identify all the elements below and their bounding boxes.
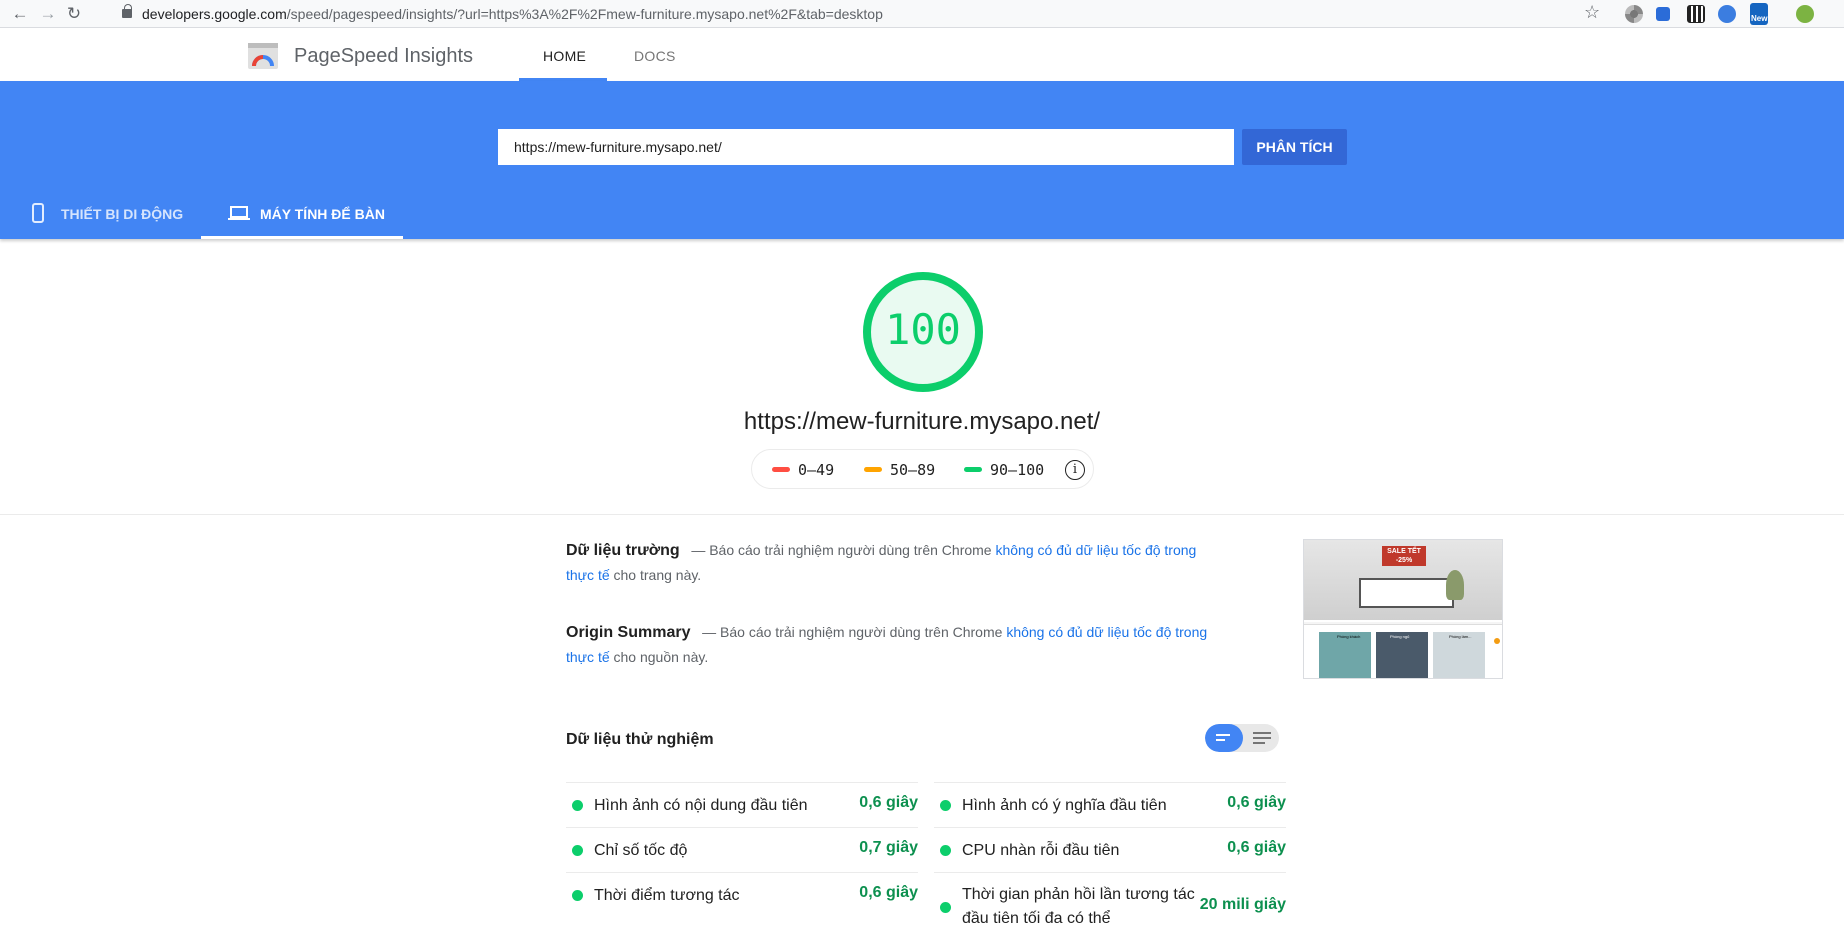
score-legend: 0–49 50–89 90–100 i bbox=[751, 449, 1094, 489]
thumbnail-banner-text: SALE TẾT bbox=[1387, 548, 1421, 555]
metric-value: 0,6 giây bbox=[859, 794, 918, 811]
extension-circle-icon[interactable] bbox=[1718, 5, 1736, 23]
analyze-button[interactable]: PHÂN TÍCH bbox=[1242, 129, 1347, 165]
reload-icon[interactable]: ↻ bbox=[64, 4, 84, 24]
settings-extension-icon[interactable] bbox=[1625, 5, 1643, 23]
mobile-phone-icon bbox=[32, 203, 44, 223]
page-screenshot-thumbnail: SALE TẾT -25% Phòng khách Phòng ngủ Phòn… bbox=[1303, 539, 1503, 679]
pass-dot-icon bbox=[940, 845, 951, 856]
metric-label: Thời điểm tương tác bbox=[594, 887, 740, 904]
browser-toolbar: ← → ↻ developers.google.com/speed/pagesp… bbox=[0, 0, 1844, 28]
origin-summary-title: Origin Summary bbox=[566, 624, 691, 641]
field-data-prefix: — Báo cáo trải nghiệm người dùng trên Ch… bbox=[691, 542, 992, 558]
score-value: 100 bbox=[885, 305, 961, 354]
thumbnail-banner-sub: -25% bbox=[1395, 557, 1413, 564]
profile-avatar[interactable] bbox=[1796, 5, 1814, 23]
app-title: PageSpeed Insights bbox=[294, 45, 474, 67]
back-icon[interactable]: ← bbox=[10, 4, 30, 24]
legend-average-label: 50–89 bbox=[890, 461, 936, 479]
thumbnail-nav bbox=[1304, 622, 1502, 625]
analysis-band: PHÂN TÍCH THIẾT BỊ DI ĐỘNG MÁY TÍNH ĐỂ B… bbox=[0, 81, 1844, 239]
divider bbox=[0, 514, 1844, 515]
thumbnail-card-2: Phòng ngủ bbox=[1376, 632, 1428, 678]
metric-row: Chỉ số tốc độ 0,7 giây bbox=[566, 827, 918, 872]
url-input[interactable] bbox=[498, 129, 1234, 165]
metric-row: Thời điểm tương tác 0,6 giây bbox=[566, 872, 918, 917]
field-data-section: Dữ liệu trường — Báo cáo trải nghiệm ngư… bbox=[566, 538, 1226, 588]
pagespeed-logo-icon bbox=[248, 43, 278, 69]
metric-label: Hình ảnh có nội dung đầu tiên bbox=[594, 797, 808, 814]
legend-item-average: 50–89 bbox=[864, 461, 935, 479]
metric-label: Thời gian phản hồi lần tương tác đầu tiê… bbox=[962, 886, 1195, 927]
legend-poor-bar bbox=[772, 466, 790, 472]
thumbnail-card-3: Phòng làm... bbox=[1433, 632, 1485, 678]
laptop-icon bbox=[228, 206, 250, 220]
address-text: developers.google.com/speed/pagespeed/in… bbox=[142, 6, 883, 22]
origin-summary-suffix: cho nguồn này. bbox=[613, 649, 709, 665]
tab-mobile-label: THIẾT BỊ DI ĐỘNG bbox=[61, 206, 184, 222]
metric-value: 0,7 giây bbox=[859, 839, 918, 856]
pass-dot-icon bbox=[572, 800, 583, 811]
lock-icon bbox=[122, 4, 132, 18]
tested-url: https://mew-furniture.mysapo.net/ bbox=[743, 408, 1101, 435]
metric-row: Thời gian phản hồi lần tương tác đầu tiê… bbox=[934, 872, 1286, 928]
thumbnail-float-dot bbox=[1494, 638, 1500, 644]
thumbnail-card-1-label: Phòng khách bbox=[1337, 634, 1361, 639]
new-extension-icon[interactable]: New bbox=[1750, 3, 1768, 25]
legend-good-label: 90–100 bbox=[990, 461, 1045, 479]
field-data-title: Dữ liệu trường bbox=[566, 542, 680, 559]
tab-home[interactable]: HOME bbox=[543, 48, 586, 64]
metric-value: 0,6 giây bbox=[859, 884, 918, 901]
extension-icon[interactable] bbox=[1656, 7, 1670, 21]
pass-dot-icon bbox=[940, 800, 951, 811]
legend-poor-label: 0–49 bbox=[798, 461, 835, 479]
forward-icon[interactable]: → bbox=[38, 4, 58, 24]
thumbnail-bed bbox=[1359, 578, 1454, 608]
tab-desktop-label: MÁY TÍNH ĐỂ BÀN bbox=[260, 206, 385, 222]
tab-mobile[interactable]: THIẾT BỊ DI ĐỘNG bbox=[30, 197, 184, 239]
tab-desktop[interactable]: MÁY TÍNH ĐỂ BÀN bbox=[227, 197, 397, 239]
legend-average-bar bbox=[864, 466, 882, 472]
lab-data-title: Dữ liệu thử nghiệm bbox=[566, 731, 714, 748]
legend-item-good: 90–100 bbox=[964, 461, 1044, 479]
metric-row: Hình ảnh có nội dung đầu tiên 0,6 giây bbox=[566, 782, 918, 827]
origin-summary-prefix: — Báo cáo trải nghiệm người dùng trên Ch… bbox=[702, 624, 1003, 640]
compact-view-toggle[interactable] bbox=[1205, 724, 1243, 752]
legend-good-bar bbox=[964, 466, 982, 472]
metric-label: CPU nhàn rỗi đầu tiên bbox=[962, 842, 1120, 859]
pass-dot-icon bbox=[572, 845, 583, 856]
tab-desktop-indicator bbox=[201, 236, 403, 239]
thumbnail-plant bbox=[1446, 570, 1464, 600]
metric-label: Chỉ số tốc độ bbox=[594, 842, 688, 859]
qr-code-icon[interactable] bbox=[1687, 5, 1705, 23]
view-toggle[interactable] bbox=[1205, 724, 1279, 752]
metric-row: Hình ảnh có ý nghĩa đầu tiên 0,6 giây bbox=[934, 782, 1286, 827]
metric-value: 0,6 giây bbox=[1227, 794, 1286, 811]
metric-value: 0,6 giây bbox=[1227, 839, 1286, 856]
tab-docs[interactable]: DOCS bbox=[634, 48, 676, 64]
thumbnail-card-3-label: Phòng làm... bbox=[1449, 634, 1472, 639]
metrics-left-column: Hình ảnh có nội dung đầu tiên 0,6 giây C… bbox=[566, 782, 918, 917]
field-data-suffix: cho trang này. bbox=[613, 567, 702, 583]
thumbnail-card-2-label: Phòng ngủ bbox=[1390, 634, 1410, 639]
metric-row: CPU nhàn rỗi đầu tiên 0,6 giây bbox=[934, 827, 1286, 872]
bookmark-star-icon[interactable]: ☆ bbox=[1584, 2, 1600, 23]
pass-dot-icon bbox=[572, 890, 583, 901]
compact-view-icon bbox=[1216, 734, 1230, 741]
new-badge: New bbox=[1751, 14, 1768, 23]
thumbnail-sale-banner: SALE TẾT -25% bbox=[1382, 546, 1426, 566]
metric-value: 20 mili giây bbox=[1199, 896, 1286, 913]
pass-dot-icon bbox=[940, 902, 951, 913]
expanded-view-icon[interactable] bbox=[1253, 732, 1271, 744]
origin-summary-section: Origin Summary — Báo cáo trải nghiệm ngư… bbox=[566, 620, 1226, 670]
metrics-right-column: Hình ảnh có ý nghĩa đầu tiên 0,6 giây CP… bbox=[934, 782, 1286, 928]
address-bar[interactable]: developers.google.com/speed/pagespeed/in… bbox=[112, 3, 1582, 25]
metric-label: Hình ảnh có ý nghĩa đầu tiên bbox=[962, 797, 1167, 814]
legend-item-poor: 0–49 bbox=[772, 461, 834, 479]
info-icon[interactable]: i bbox=[1065, 460, 1085, 480]
psi-header: PageSpeed Insights HOME DOCS bbox=[0, 29, 1844, 81]
thumbnail-card-1: Phòng khách bbox=[1319, 632, 1371, 678]
